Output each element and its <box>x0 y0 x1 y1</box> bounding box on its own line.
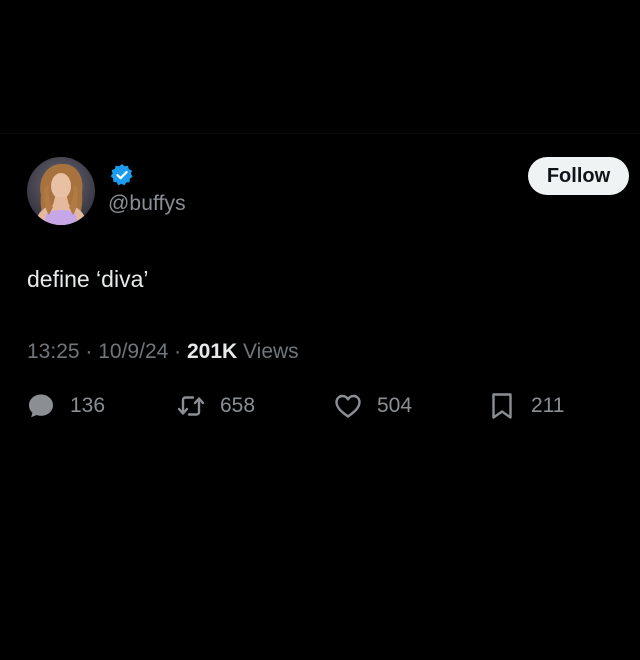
tweet-date[interactable]: 10/9/24 <box>98 340 168 363</box>
views-count: 201K <box>186 340 238 363</box>
follow-button[interactable]: Follow <box>528 157 629 195</box>
reply-count: 136 <box>70 394 106 417</box>
user-handle[interactable]: @buffys <box>108 192 186 216</box>
bookmark-count: 211 <box>531 394 565 417</box>
top-divider <box>0 133 640 134</box>
tweet-meta: 13:25 · 10/9/24 · 201K Views <box>27 340 299 364</box>
like-button[interactable]: 504 <box>333 391 412 421</box>
bookmark-button[interactable]: 211 <box>487 391 564 421</box>
retweet-icon <box>176 391 206 421</box>
tweet-text: define ‘diva’ <box>27 266 149 292</box>
meta-separator: · <box>168 340 187 363</box>
reply-button[interactable]: 136 <box>26 391 105 421</box>
speech-bubble-icon <box>26 391 56 421</box>
avatar[interactable] <box>27 157 95 225</box>
heart-icon <box>333 391 363 421</box>
retweet-button[interactable]: 658 <box>176 391 255 421</box>
bookmark-icon <box>487 391 517 421</box>
verified-badge-icon <box>110 163 134 187</box>
tweet-time[interactable]: 13:25 <box>27 340 80 363</box>
like-count: 504 <box>377 394 413 417</box>
meta-separator: · <box>79 340 99 363</box>
views-label: Views <box>243 340 299 363</box>
retweet-count: 658 <box>220 394 256 417</box>
